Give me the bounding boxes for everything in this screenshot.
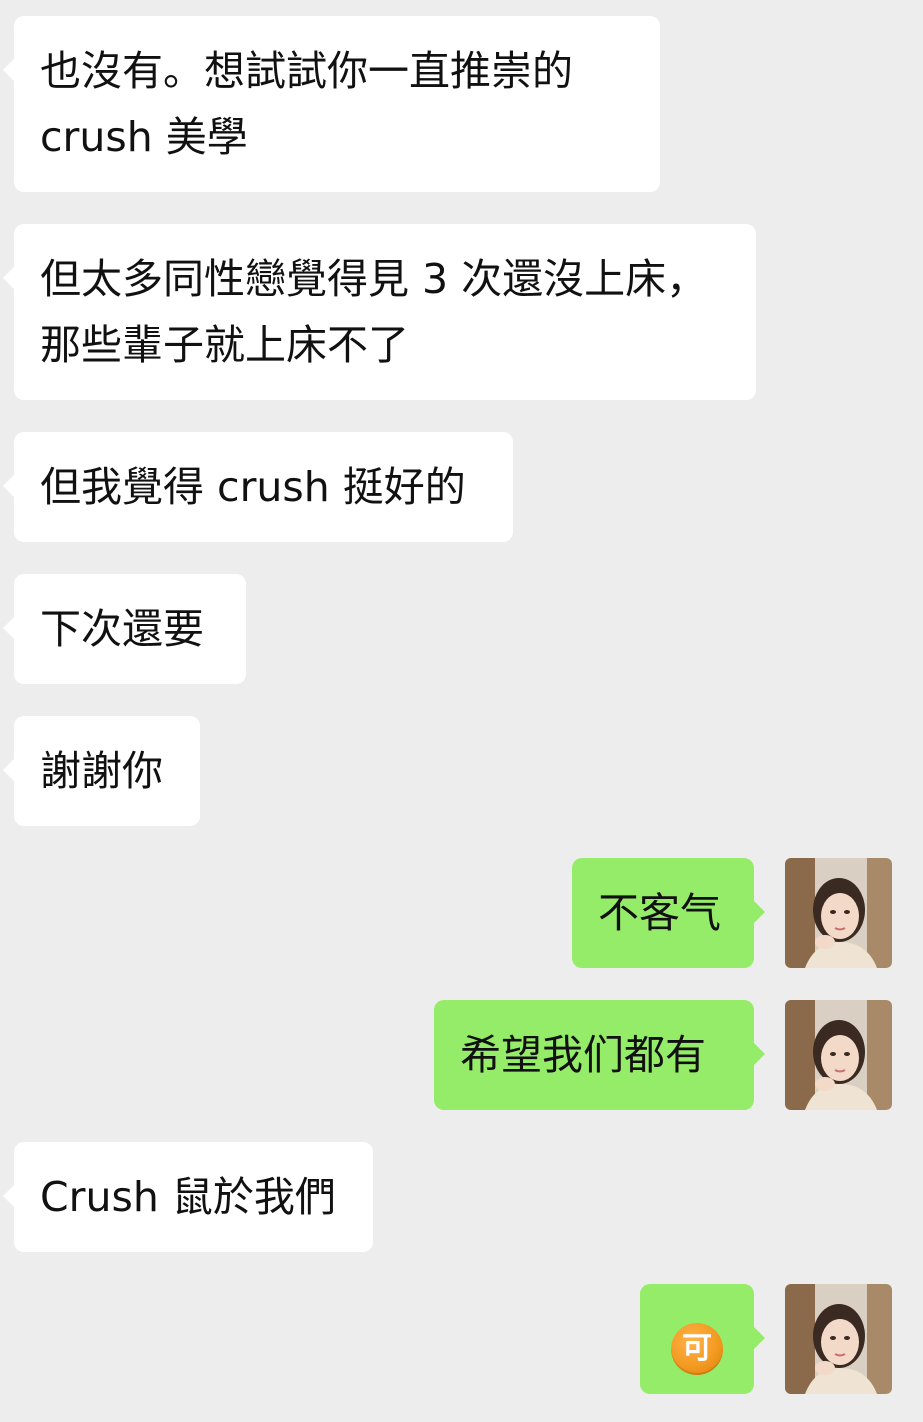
message-bubble-incoming[interactable]: 也沒有。想試試你一直推崇的 crush 美學 — [3, 16, 660, 192]
user-avatar[interactable] — [785, 1000, 892, 1110]
user-avatar[interactable] — [785, 1284, 892, 1394]
message-text-line: 但我覺得 crush 挺好的 — [40, 463, 466, 511]
avatar-photo-icon — [785, 858, 892, 968]
message-text-line: 下次還要 — [40, 605, 204, 653]
avatar-photo-icon — [785, 1000, 892, 1110]
message-text-line: 希望我们都有 — [460, 1031, 706, 1079]
message-bubble-incoming[interactable]: Crush 鼠於我們 — [3, 1142, 373, 1252]
message-text-line: 謝謝你 — [40, 747, 163, 795]
message-bubble-outgoing[interactable]: 可 — [640, 1284, 765, 1394]
message-bubble-incoming[interactable]: 謝謝你 — [3, 716, 200, 826]
message-text-line: 不客气 — [598, 889, 721, 937]
message-bubble-incoming[interactable]: 但太多同性戀覺得見 3 次還沒上床， 那些輩子就上床不了 — [3, 224, 756, 400]
message-text-line: 那些輩子就上床不了 — [40, 321, 409, 369]
message-text-line: Crush 鼠於我們 — [40, 1173, 336, 1221]
user-avatar[interactable] — [785, 858, 892, 968]
message-bubble-incoming[interactable]: 但我覺得 crush 挺好的 — [3, 432, 513, 542]
message-text-line: 但太多同性戀覺得見 3 次還沒上床， — [40, 255, 708, 303]
message-bubble-outgoing[interactable]: 希望我们都有 — [434, 1000, 765, 1110]
message-bubble-incoming[interactable]: 下次還要 — [3, 574, 246, 684]
message-bubble-outgoing[interactable]: 不客气 — [572, 858, 765, 968]
message-text-line: 也沒有。想試試你一直推崇的 — [40, 47, 573, 95]
avatar-photo-icon — [785, 1284, 892, 1394]
message-text-line: crush 美學 — [40, 113, 248, 161]
ke-emoji-icon: 可 — [671, 1323, 723, 1375]
